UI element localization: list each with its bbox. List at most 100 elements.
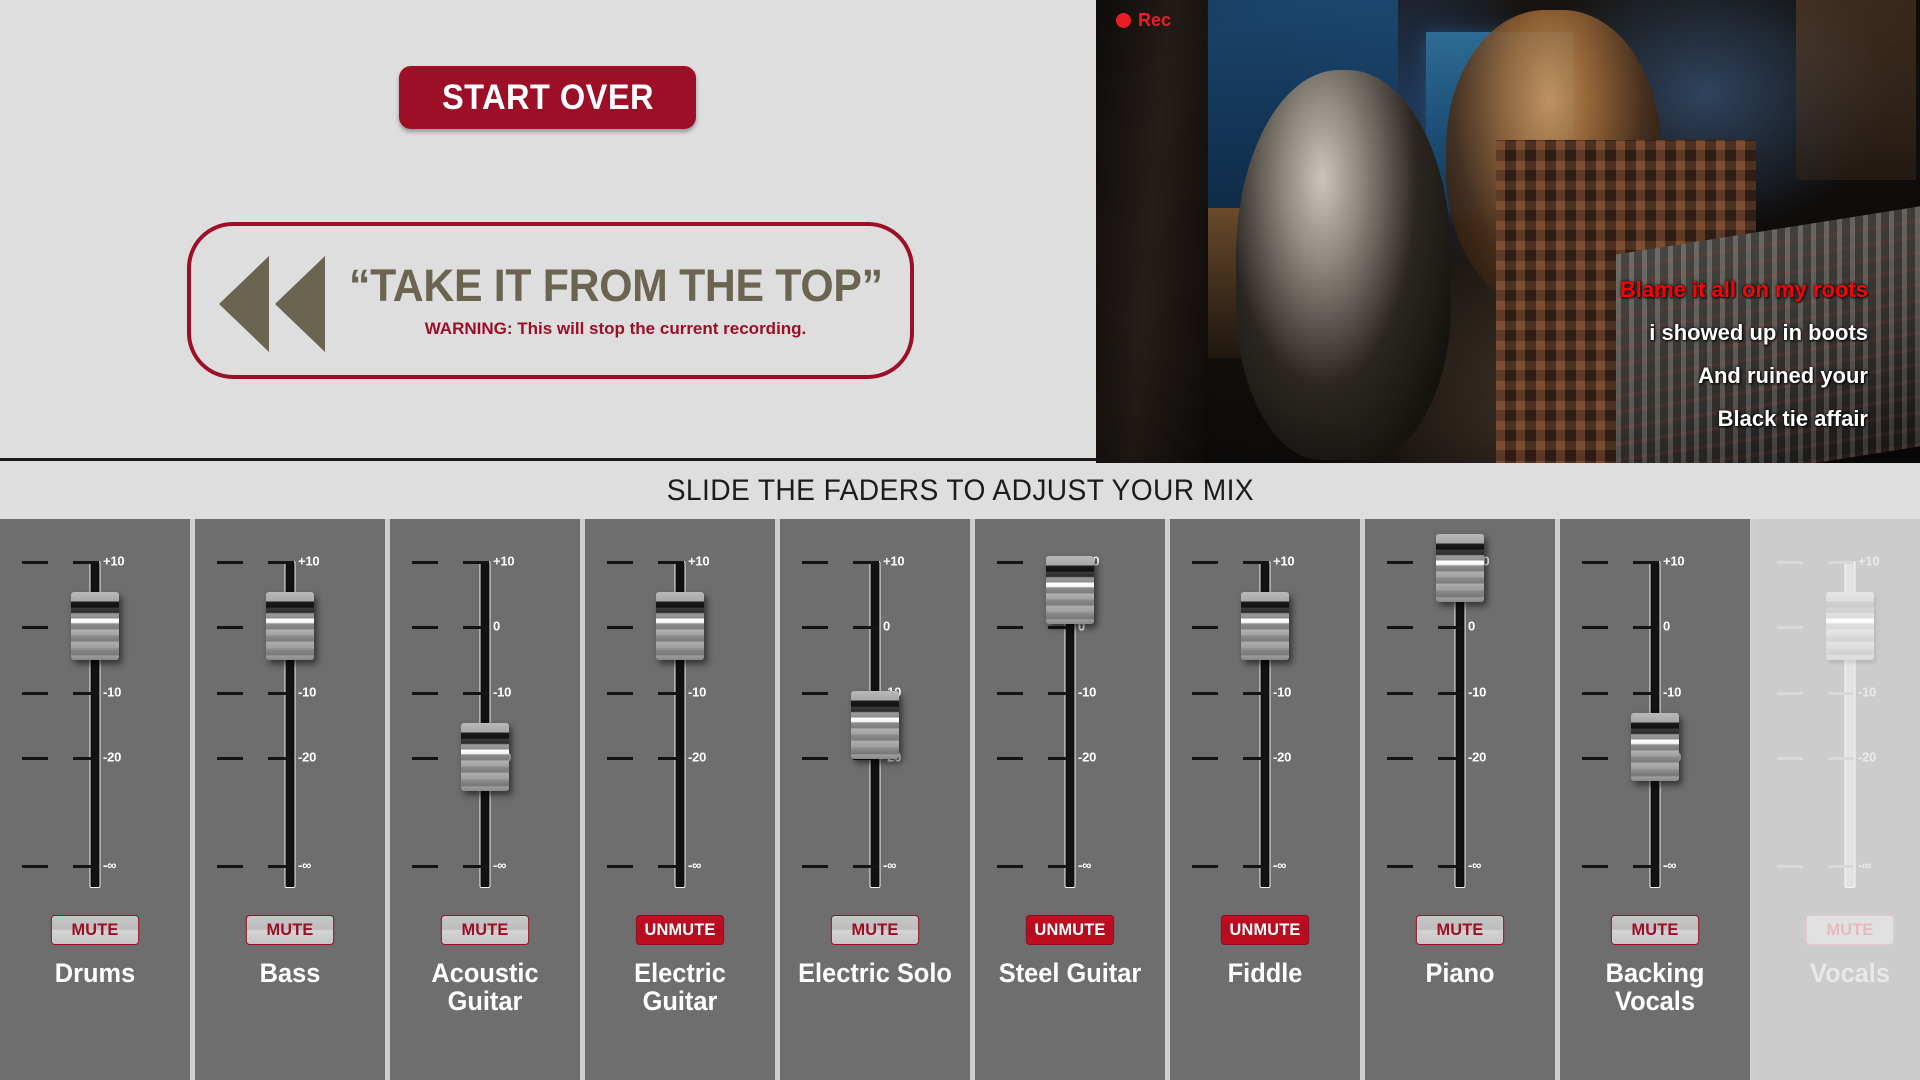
channel-fader[interactable]: +100-10-20-∞ xyxy=(1365,533,1555,909)
fader-scale-label: -20 xyxy=(1273,749,1292,765)
fader-scale-tick xyxy=(1582,865,1608,869)
fader-scale-tick xyxy=(1048,626,1074,630)
fader-mixer: +10 0 -10 -20 -∞ MUTE Drums +10 0 -10 -20 -∞ MUTE Bas… xyxy=(0,519,1920,1080)
fader-scale-tick xyxy=(217,865,243,869)
fader-scale-tick xyxy=(802,691,828,695)
mute-button[interactable]: MUTE xyxy=(245,915,335,945)
channel-label: Backing Vocals xyxy=(1605,958,1705,1017)
mixer-channel: +100-10-20-∞ MUTE Drums xyxy=(0,519,190,1080)
mixer-channel: +100-10-20-∞UNMUTESteel Guitar xyxy=(975,519,1165,1080)
channel-fader[interactable]: +100-10-20-∞ xyxy=(1755,539,1920,909)
channel-label: Bass xyxy=(259,958,321,988)
fader-scale-label: -∞ xyxy=(493,857,507,873)
fader-knob[interactable] xyxy=(71,592,119,661)
fader-scale-tick xyxy=(1438,626,1464,630)
fader-scale-tick xyxy=(853,561,879,564)
mixer-channel: +100-10-20-∞MUTEAcoustic Guitar xyxy=(390,519,580,1080)
fader-scale-tick xyxy=(1243,865,1269,869)
fader-scale-tick xyxy=(268,691,294,695)
mute-button[interactable]: MUTE xyxy=(1415,915,1505,945)
fader-scale-tick xyxy=(73,757,99,761)
mute-button: MUTE xyxy=(1805,915,1895,945)
fader-scale-label: -10 xyxy=(298,684,317,700)
mixer-instruction-text: SLIDE THE FADERS TO ADJUST YOUR MIX xyxy=(666,474,1254,507)
fader-scale-tick xyxy=(1192,626,1218,630)
channel-fader[interactable]: +100-10-20-∞ xyxy=(585,539,775,909)
channel-fader[interactable]: +100-10-20-∞ xyxy=(0,539,190,909)
fader-scale-tick xyxy=(463,691,489,695)
mute-button[interactable]: UNMUTE xyxy=(1220,915,1310,945)
fader-scale-label: +10 xyxy=(688,553,710,569)
fader-knob[interactable] xyxy=(1046,556,1094,625)
mute-button[interactable]: MUTE xyxy=(1610,915,1700,945)
channel-fader[interactable]: +100-10-20-∞ xyxy=(780,539,970,909)
mute-button[interactable]: MUTE xyxy=(830,915,920,945)
fader-scale-label: -20 xyxy=(1468,749,1487,765)
fader-knob[interactable] xyxy=(266,592,314,661)
fader-scale-tick xyxy=(607,757,633,761)
fader-scale-label: -20 xyxy=(1078,749,1097,765)
channel-fader[interactable]: +100-10-20-∞ xyxy=(390,539,580,909)
fader-knob[interactable] xyxy=(1631,713,1679,782)
channel-fader[interactable]: +100-10-20-∞ xyxy=(975,539,1165,909)
fader-scale-label: -10 xyxy=(1273,684,1292,700)
rewind-icon xyxy=(217,254,329,354)
fader-scale-tick xyxy=(1438,757,1464,761)
channel-fader[interactable]: +100-10-20-∞ xyxy=(195,539,385,909)
fader-scale-tick xyxy=(1048,865,1074,869)
fader-scale-label: 0 xyxy=(493,618,501,634)
fader-scale-label: +10 xyxy=(1273,553,1295,569)
fader-scale-label: -10 xyxy=(493,684,512,700)
fader-knob[interactable] xyxy=(851,690,899,759)
channel-label: Fiddle xyxy=(1227,958,1303,988)
fader-scale-tick xyxy=(22,691,48,695)
fader-scale-tick xyxy=(1387,757,1413,761)
fader-track[interactable] xyxy=(1454,561,1466,888)
channel-label: Steel Guitar xyxy=(998,958,1142,988)
fader-scale-tick xyxy=(1633,865,1659,869)
mute-button[interactable]: MUTE xyxy=(440,915,530,945)
fader-scale-tick xyxy=(1777,561,1803,564)
mute-button[interactable]: MUTE xyxy=(50,915,140,945)
studio-video-panel[interactable]: Rec Blame it all on my roots i showed up… xyxy=(1096,0,1920,463)
fader-scale-tick xyxy=(853,626,879,630)
fader-scale-tick xyxy=(658,757,684,761)
fader-scale-tick xyxy=(1777,757,1803,761)
start-over-button[interactable]: START OVER xyxy=(399,66,696,129)
mixer-instruction-bar: SLIDE THE FADERS TO ADJUST YOUR MIX xyxy=(0,463,1920,519)
channel-label: Acoustic Guitar xyxy=(431,958,539,1017)
channel-label: Drums xyxy=(54,958,136,988)
fader-scale-tick xyxy=(1387,626,1413,630)
fader-scale-tick xyxy=(1387,691,1413,695)
fader-scale-label: -∞ xyxy=(1078,857,1092,873)
channel-fader[interactable]: +100-10-20-∞ xyxy=(1170,539,1360,909)
fader-scale-label: +10 xyxy=(493,553,515,569)
take-it-from-the-top-button[interactable]: “TAKE IT FROM THE TOP” WARNING: This wil… xyxy=(187,222,914,379)
mute-button[interactable]: UNMUTE xyxy=(635,915,725,945)
lyric-line: i showed up in boots xyxy=(1649,320,1868,345)
fader-scale-label: 0 xyxy=(883,618,891,634)
fader-scale-tick xyxy=(1633,691,1659,695)
transport-controls-panel: START OVER “TAKE IT FROM THE TOP” WARNIN… xyxy=(0,0,1096,461)
fader-scale-tick xyxy=(1828,757,1854,761)
mute-button[interactable]: UNMUTE xyxy=(1025,915,1115,945)
recording-indicator: Rec xyxy=(1116,10,1171,31)
fader-scale-label: 0 xyxy=(1663,618,1671,634)
fader-scale-tick xyxy=(607,865,633,869)
fader-knob[interactable] xyxy=(656,592,704,661)
fader-scale-tick xyxy=(412,691,438,695)
fader-knob[interactable] xyxy=(1241,592,1289,661)
fader-scale-tick xyxy=(1633,626,1659,630)
fader-knob[interactable] xyxy=(461,723,509,792)
fader-scale-tick xyxy=(22,626,48,630)
fader-scale-tick xyxy=(658,691,684,695)
lyric-line: Black tie affair xyxy=(1717,406,1868,431)
fader-scale-tick xyxy=(1192,691,1218,695)
record-dot-icon xyxy=(1116,13,1131,28)
fader-knob[interactable] xyxy=(1436,533,1484,602)
fader-scale-label: -10 xyxy=(1858,684,1877,700)
fader-scale-tick xyxy=(22,757,48,761)
fader-scale-tick xyxy=(73,691,99,695)
fader-scale-tick xyxy=(1387,865,1413,869)
channel-fader[interactable]: +100-10-20-∞ xyxy=(1560,539,1750,909)
